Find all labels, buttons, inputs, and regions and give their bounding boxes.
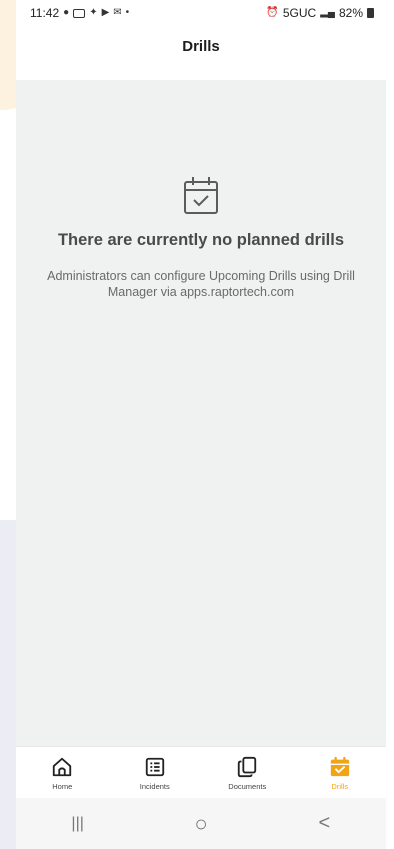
empty-state-description: Administrators can configure Upcoming Dr… <box>47 269 355 299</box>
back-icon[interactable]: < <box>294 804 354 844</box>
calendar-check-icon <box>184 177 218 214</box>
battery-label: 82% <box>338 6 363 20</box>
nav-home-label: Home <box>52 782 73 791</box>
network-label: 5GUC <box>282 6 317 20</box>
list-icon <box>145 757 164 777</box>
chat-notification-icon: ● <box>63 7 70 18</box>
status-left: 11:42 ● ✦ ▶ ✉ • <box>30 6 129 20</box>
nav-incidents-label: Incidents <box>139 782 170 791</box>
calendar-check-icon <box>330 756 349 777</box>
mail-notification-icon: ✉ <box>113 7 122 18</box>
empty-state: There are currently no planned drills Ad… <box>16 175 386 300</box>
home-circle-icon[interactable]: ○ <box>171 804 231 844</box>
empty-state-title: There are currently no planned drills <box>57 231 345 249</box>
page-title: Drills <box>182 37 220 55</box>
nav-documents-label: Documents <box>228 782 267 791</box>
phone-screen: 11:42 ● ✦ ▶ ✉ • ⏰ 5GUC ▂▄ 82% Drills The… <box>16 0 386 849</box>
nav-drills-label: Drills <box>331 782 349 791</box>
status-right: ⏰ 5GUC ▂▄ 82% <box>266 6 374 20</box>
news-notification-icon <box>73 8 86 18</box>
system-nav-bar: ||| ○ < <box>16 798 386 849</box>
nav-home[interactable]: Home <box>22 747 102 791</box>
battery-icon <box>367 8 374 18</box>
recents-icon[interactable]: ||| <box>48 804 108 844</box>
play-notification-icon: ▶ <box>101 7 110 18</box>
alarm-icon: ⏰ <box>266 7 279 18</box>
bottom-nav: Home Incidents Documents Drills <box>16 746 386 799</box>
main-content: There are currently no planned drills Ad… <box>16 80 386 746</box>
twitter-notification-icon: ✦ <box>89 7 98 18</box>
more-notifications-icon: • <box>125 7 130 18</box>
home-icon <box>53 757 72 777</box>
status-time: 11:42 <box>30 6 60 20</box>
nav-documents[interactable]: Documents <box>207 747 287 791</box>
status-bar: 11:42 ● ✦ ▶ ✉ • ⏰ 5GUC ▂▄ 82% <box>16 0 386 26</box>
app-header: Drills <box>16 26 386 66</box>
nav-drills[interactable]: Drills <box>300 747 380 791</box>
nav-incidents[interactable]: Incidents <box>115 747 195 791</box>
signal-icon: ▂▄ <box>320 7 335 18</box>
documents-icon <box>238 756 257 778</box>
